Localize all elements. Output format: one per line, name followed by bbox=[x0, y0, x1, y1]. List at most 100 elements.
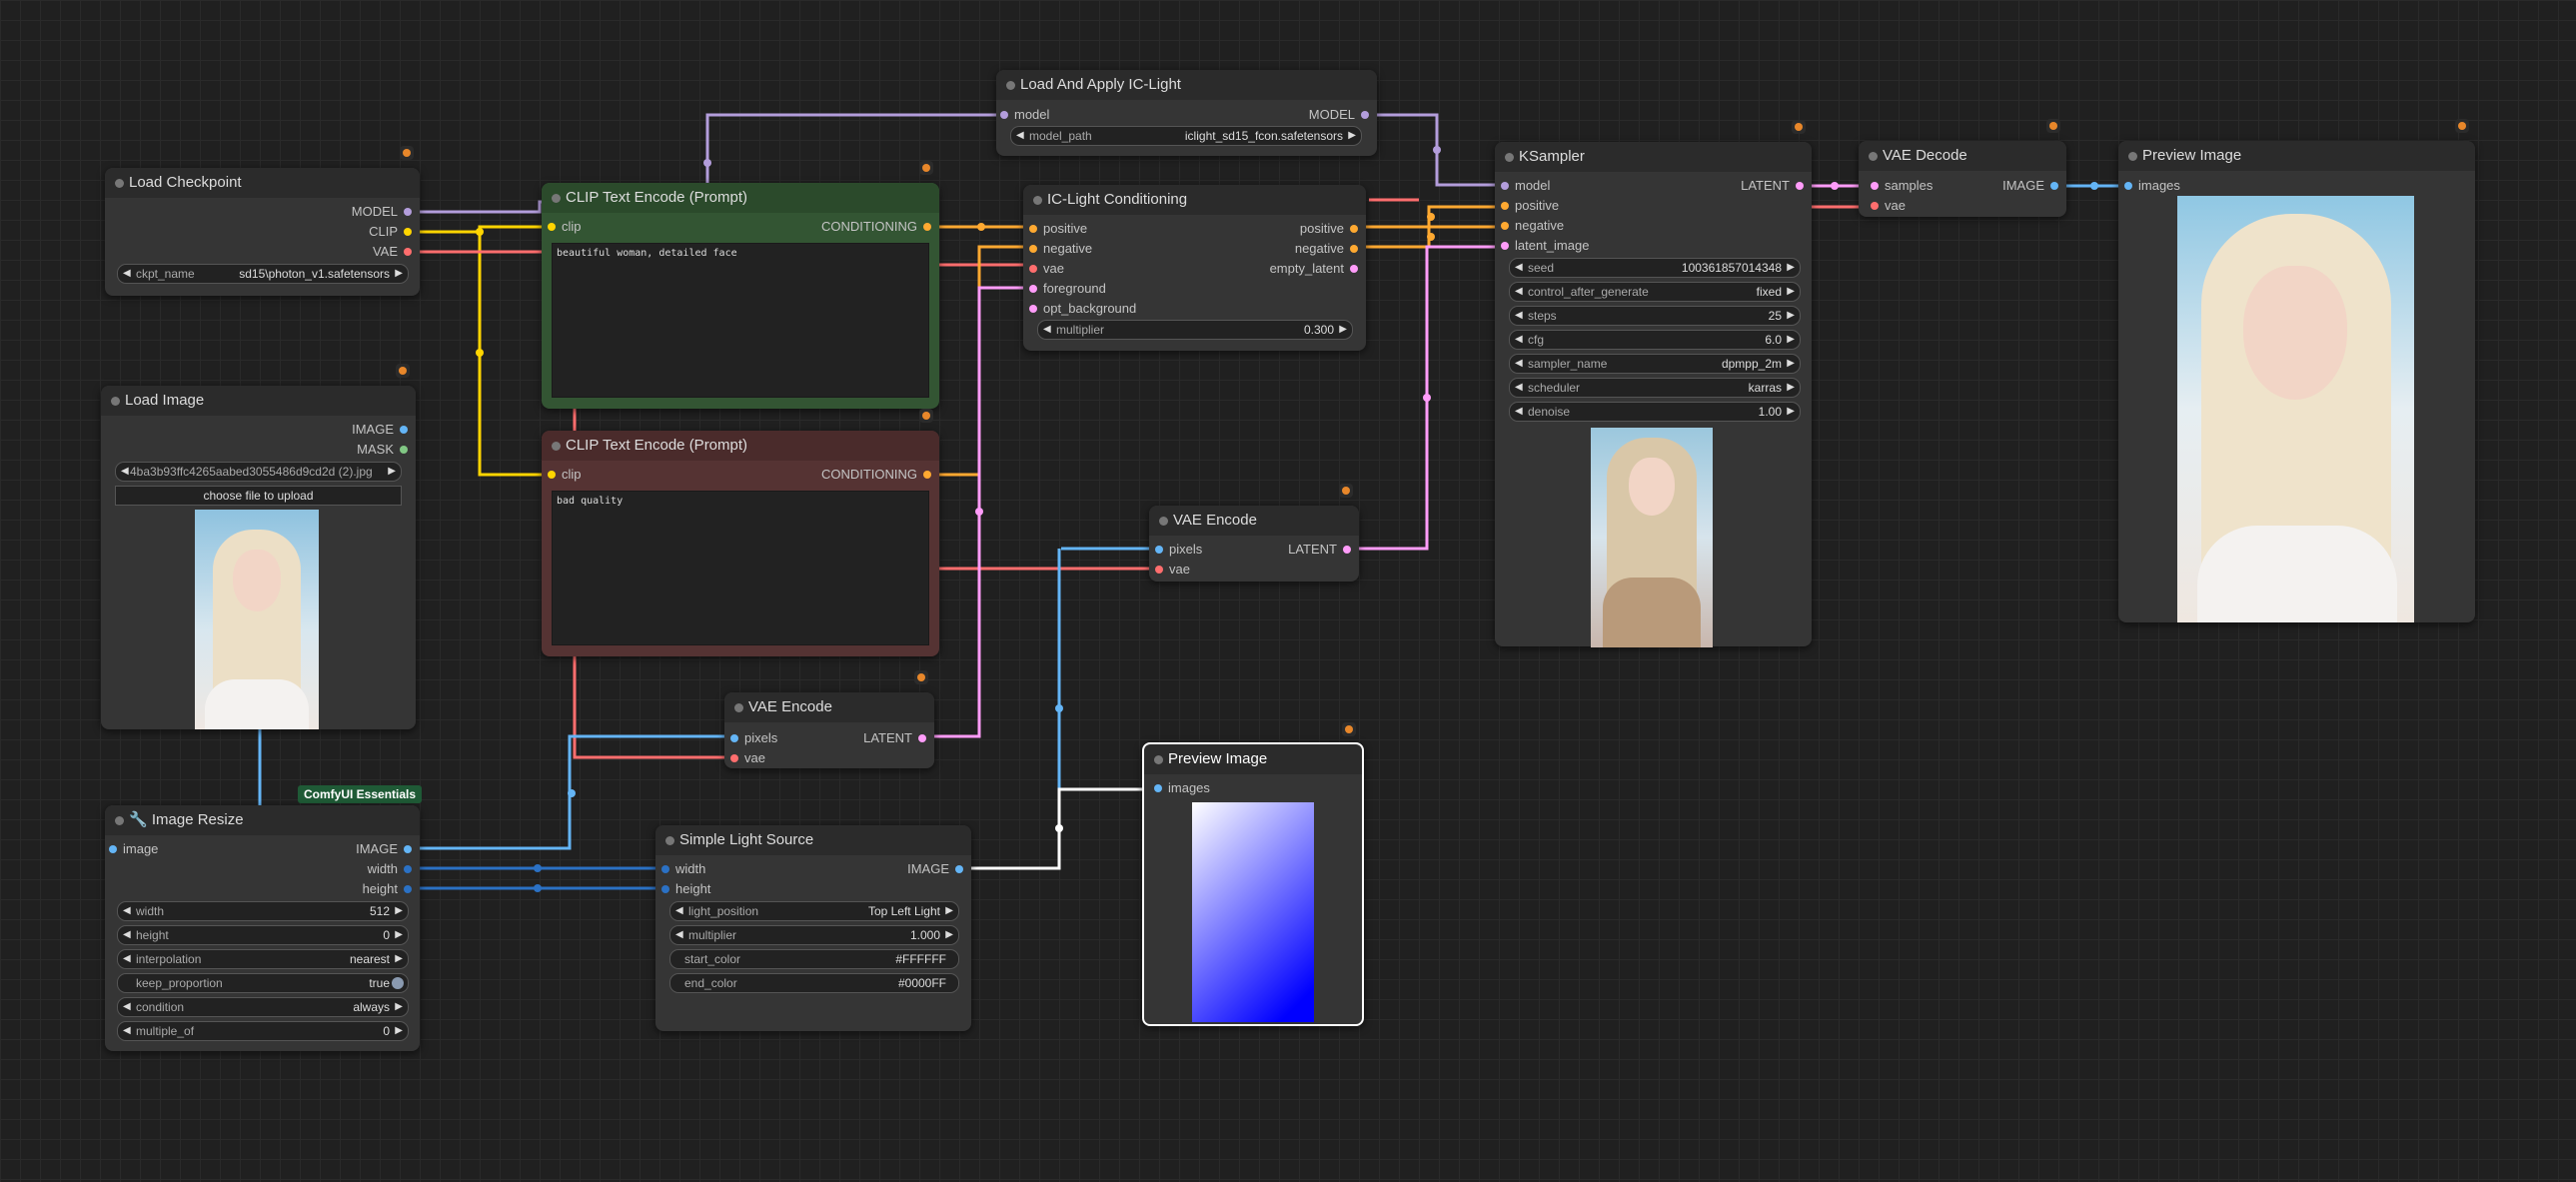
sampler-name-widget[interactable]: ◀ sampler_name dpmpp_2m ▶ bbox=[1509, 354, 1801, 374]
arrow-right-icon[interactable]: ▶ bbox=[945, 926, 953, 944]
output-image[interactable]: IMAGE bbox=[2002, 178, 2058, 193]
collapse-dot-icon[interactable] bbox=[2128, 152, 2137, 161]
slot-dot-icon[interactable] bbox=[661, 885, 669, 893]
node-title[interactable]: Load Image bbox=[101, 386, 416, 416]
node-clip-text-negative[interactable]: CLIP Text Encode (Prompt) clip CONDITION… bbox=[542, 409, 939, 656]
slot-dot-icon[interactable] bbox=[1029, 265, 1037, 273]
arrow-right-icon[interactable]: ▶ bbox=[395, 1022, 403, 1040]
slot-dot-icon[interactable] bbox=[548, 471, 556, 479]
arrow-left-icon[interactable]: ◀ bbox=[1515, 379, 1523, 397]
cfg-widget[interactable]: ◀ cfg 6.0 ▶ bbox=[1509, 330, 1801, 350]
toggle-knob-icon[interactable] bbox=[392, 977, 404, 989]
slot-dot-icon[interactable] bbox=[1796, 182, 1804, 190]
output-image[interactable]: IMAGE bbox=[352, 422, 408, 437]
scheduler-widget[interactable]: ◀ scheduler karras ▶ bbox=[1509, 378, 1801, 398]
input-foreground[interactable]: foreground bbox=[1029, 281, 1106, 296]
collapse-dot-icon[interactable] bbox=[1006, 81, 1015, 90]
seed-widget[interactable]: ◀ seed 100361857014348 ▶ bbox=[1509, 258, 1801, 278]
collapse-dot-icon[interactable] bbox=[552, 194, 561, 203]
image-file-widget[interactable]: ◀ 4ba3b93ffc4265aabed3055486d9cd2d (2).jp… bbox=[115, 462, 402, 482]
input-height[interactable]: height bbox=[661, 881, 710, 896]
input-vae[interactable]: vae bbox=[1029, 261, 1064, 276]
node-title[interactable]: 🔧 Image Resize bbox=[105, 805, 420, 835]
arrow-left-icon[interactable]: ◀ bbox=[121, 463, 129, 481]
node-simple-light-source[interactable]: Simple Light Source width height IMAGE ◀… bbox=[655, 825, 971, 1031]
input-pixels[interactable]: pixels bbox=[1155, 542, 1202, 557]
output-conditioning[interactable]: CONDITIONING bbox=[821, 467, 931, 482]
slot-dot-icon[interactable] bbox=[404, 228, 412, 236]
arrow-left-icon[interactable]: ◀ bbox=[1016, 127, 1024, 145]
slot-dot-icon[interactable] bbox=[918, 734, 926, 742]
input-images[interactable]: images bbox=[2124, 178, 2180, 193]
slot-dot-icon[interactable] bbox=[548, 223, 556, 231]
slot-dot-icon[interactable] bbox=[730, 734, 738, 742]
node-title[interactable]: VAE Encode bbox=[724, 692, 934, 722]
node-ksampler[interactable]: KSampler model positive negative latent_… bbox=[1495, 120, 1812, 647]
slot-dot-icon[interactable] bbox=[1155, 546, 1163, 554]
slot-dot-icon[interactable] bbox=[661, 865, 669, 873]
arrow-right-icon[interactable]: ▶ bbox=[395, 998, 403, 1016]
output-conditioning[interactable]: CONDITIONING bbox=[821, 219, 931, 234]
input-clip[interactable]: clip bbox=[548, 467, 582, 482]
collapse-dot-icon[interactable] bbox=[1033, 196, 1042, 205]
node-image-resize[interactable]: 🔧 Image Resize image IMAGE width height … bbox=[105, 805, 420, 1051]
prompt-textarea[interactable]: bad quality bbox=[552, 491, 929, 645]
collapse-dot-icon[interactable] bbox=[1159, 517, 1168, 526]
arrow-right-icon[interactable]: ▶ bbox=[1339, 321, 1347, 339]
arrow-right-icon[interactable]: ▶ bbox=[1787, 259, 1795, 277]
slot-dot-icon[interactable] bbox=[404, 208, 412, 216]
input-negative[interactable]: negative bbox=[1029, 241, 1092, 256]
prompt-textarea[interactable]: beautiful woman, detailed face bbox=[552, 243, 929, 398]
height-widget[interactable]: ◀ height 0 ▶ bbox=[117, 925, 409, 945]
input-latent-image[interactable]: latent_image bbox=[1501, 238, 1589, 253]
collapse-dot-icon[interactable] bbox=[734, 703, 743, 712]
slot-dot-icon[interactable] bbox=[1871, 202, 1879, 210]
input-images[interactable]: images bbox=[1154, 780, 1210, 795]
arrow-right-icon[interactable]: ▶ bbox=[1787, 331, 1795, 349]
arrow-right-icon[interactable]: ▶ bbox=[395, 265, 403, 283]
model-path-widget[interactable]: ◀ model_path iclight_sd15_fcon.safetensors… bbox=[1010, 126, 1362, 146]
arrow-left-icon[interactable]: ◀ bbox=[675, 902, 683, 920]
output-latent[interactable]: LATENT bbox=[863, 730, 926, 745]
slot-dot-icon[interactable] bbox=[923, 471, 931, 479]
control-after-generate-widget[interactable]: ◀ control_after_generate fixed ▶ bbox=[1509, 282, 1801, 302]
node-title[interactable]: CLIP Text Encode (Prompt) bbox=[542, 183, 939, 213]
node-title[interactable]: VAE Encode bbox=[1149, 506, 1359, 536]
arrow-left-icon[interactable]: ◀ bbox=[1043, 321, 1051, 339]
arrow-left-icon[interactable]: ◀ bbox=[675, 926, 683, 944]
arrow-left-icon[interactable]: ◀ bbox=[1515, 307, 1523, 325]
input-negative[interactable]: negative bbox=[1501, 218, 1564, 233]
node-title[interactable]: Preview Image bbox=[1144, 744, 1362, 774]
slot-dot-icon[interactable] bbox=[1361, 111, 1369, 119]
collapse-dot-icon[interactable] bbox=[115, 816, 124, 825]
arrow-left-icon[interactable]: ◀ bbox=[123, 265, 131, 283]
input-clip[interactable]: clip bbox=[548, 219, 582, 234]
slot-dot-icon[interactable] bbox=[400, 446, 408, 454]
arrow-left-icon[interactable]: ◀ bbox=[123, 998, 131, 1016]
node-title[interactable]: Load And Apply IC-Light bbox=[996, 70, 1377, 100]
start-color-field[interactable]: start_color #FFFFFF bbox=[669, 949, 959, 969]
output-image[interactable]: IMAGE bbox=[907, 861, 963, 876]
collapse-dot-icon[interactable] bbox=[115, 179, 124, 188]
node-vae-encode-2[interactable]: VAE Encode pixels vae LATENT bbox=[724, 670, 934, 768]
slot-dot-icon[interactable] bbox=[404, 845, 412, 853]
input-positive[interactable]: positive bbox=[1029, 221, 1087, 236]
slot-dot-icon[interactable] bbox=[109, 845, 117, 853]
wire-clip-neg[interactable] bbox=[478, 232, 549, 477]
slot-dot-icon[interactable] bbox=[1501, 242, 1509, 250]
node-title[interactable]: KSampler bbox=[1495, 142, 1812, 172]
collapse-dot-icon[interactable] bbox=[1505, 153, 1514, 162]
slot-dot-icon[interactable] bbox=[404, 248, 412, 256]
slot-dot-icon[interactable] bbox=[730, 754, 738, 762]
arrow-right-icon[interactable]: ▶ bbox=[1787, 355, 1795, 373]
node-load-image[interactable]: Load Image IMAGE MASK ◀ 4ba3b93ffc4265aab… bbox=[101, 364, 416, 729]
slot-dot-icon[interactable] bbox=[2124, 182, 2132, 190]
output-vae[interactable]: VAE bbox=[373, 244, 412, 259]
arrow-right-icon[interactable]: ▶ bbox=[1787, 283, 1795, 301]
arrow-right-icon[interactable]: ▶ bbox=[395, 926, 403, 944]
slot-dot-icon[interactable] bbox=[955, 865, 963, 873]
input-pixels[interactable]: pixels bbox=[730, 730, 777, 745]
node-load-checkpoint[interactable]: Load Checkpoint MODEL CLIP VAE ◀ ckpt_nam… bbox=[105, 146, 420, 296]
arrow-left-icon[interactable]: ◀ bbox=[1515, 355, 1523, 373]
input-opt-background[interactable]: opt_background bbox=[1029, 301, 1136, 316]
